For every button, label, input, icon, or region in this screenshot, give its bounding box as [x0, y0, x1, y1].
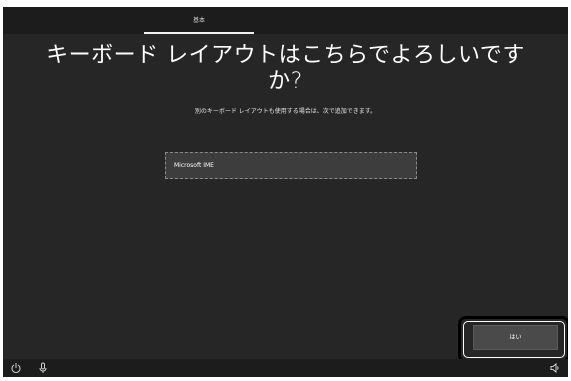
page-subtitle: 別のキーボード レイアウトも使用する場合は、次で追加できます。: [194, 108, 377, 115]
keyboard-layout-list-item[interactable]: Microsoft IME: [165, 152, 417, 179]
oobe-screen: 基本 キーボード レイアウトはこちらでよろしいです か? 別のキーボード レイア…: [3, 7, 568, 377]
page-title: キーボード レイアウトはこちらでよろしいです か?: [23, 43, 548, 95]
step-basic-tab: 基本: [192, 17, 205, 24]
active-step-indicator: [144, 32, 254, 34]
microphone-icon[interactable]: [37, 362, 49, 374]
bottom-status-bar: [3, 359, 568, 377]
keyboard-layout-label: Microsoft IME: [174, 162, 214, 169]
volume-icon[interactable]: [549, 362, 561, 374]
setup-progress-bar: 基本: [3, 7, 568, 34]
yes-button[interactable]: はい: [473, 325, 558, 350]
page-title-line-2: か?: [268, 69, 303, 94]
ease-of-access-icon[interactable]: [10, 362, 22, 374]
page-title-line-1: キーボード レイアウトはこちらでよろしいです: [46, 43, 525, 68]
